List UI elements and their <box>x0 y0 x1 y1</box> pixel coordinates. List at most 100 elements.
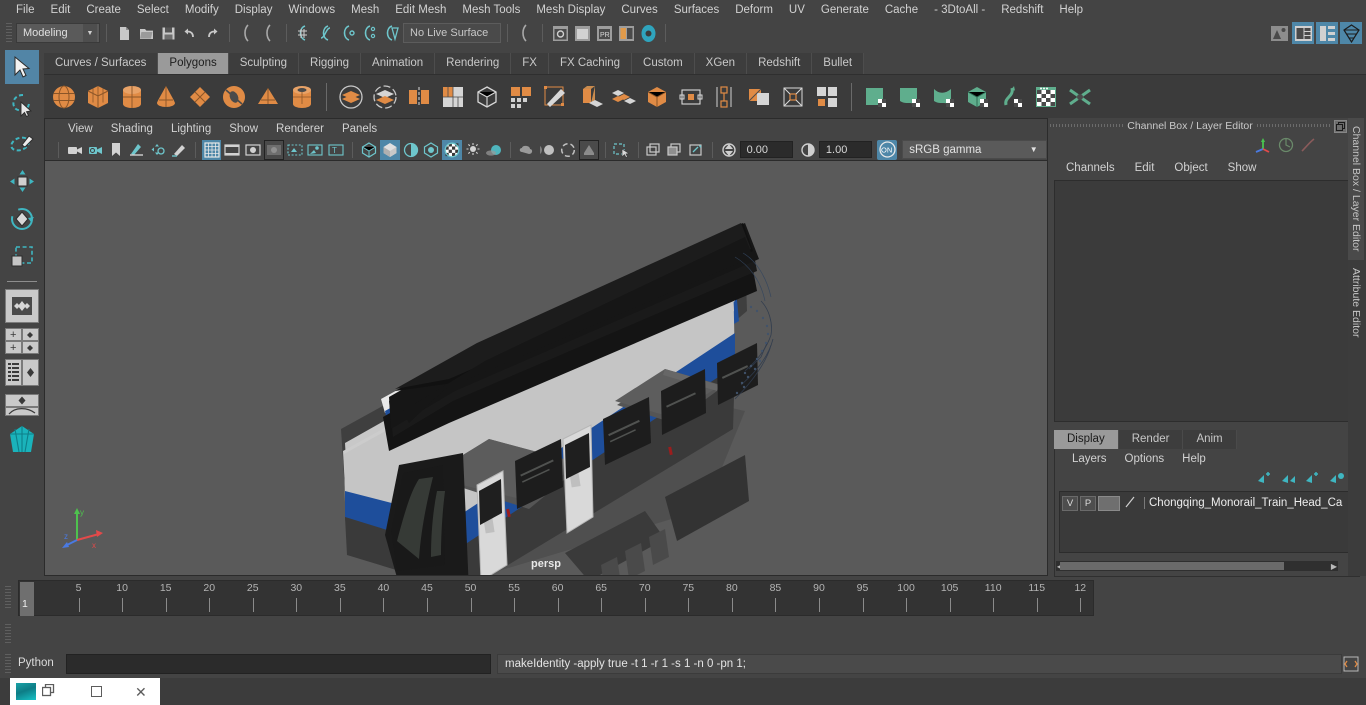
menu-mesh[interactable]: Mesh <box>343 1 387 19</box>
shelf-tab-polygons[interactable]: Polygons <box>158 53 229 74</box>
use-all-lights-icon[interactable] <box>463 140 483 160</box>
shelf-tab-custom[interactable]: Custom <box>632 53 695 74</box>
menu-windows[interactable]: Windows <box>280 1 343 19</box>
move-tool-icon[interactable] <box>0 162 44 200</box>
dock-drag-handle-left[interactable] <box>1050 121 1124 131</box>
select-objects-icon[interactable] <box>1329 471 1345 488</box>
image-plane-icon[interactable] <box>127 140 147 160</box>
maximize-window-icon[interactable] <box>91 686 102 697</box>
snap-to-view-plane-icon[interactable] <box>381 22 403 44</box>
uv-spherical-icon[interactable] <box>928 80 960 114</box>
command-input[interactable] <box>66 654 491 674</box>
menu-redshift[interactable]: Redshift <box>993 1 1051 19</box>
menu-cache[interactable]: Cache <box>877 1 926 19</box>
smooth-shade-all-icon[interactable] <box>421 140 441 160</box>
gamma-reset-icon[interactable] <box>798 140 818 160</box>
deform-icon[interactable] <box>1300 137 1316 156</box>
motion-blur-icon[interactable] <box>537 140 557 160</box>
exposure-icon[interactable] <box>306 140 326 160</box>
poly-mirror-icon[interactable] <box>403 80 435 114</box>
poly-reduce-icon[interactable] <box>505 80 537 114</box>
textured-icon[interactable] <box>442 139 463 160</box>
shelf-tab-fx[interactable]: FX <box>511 53 549 74</box>
shelf-tab-rigging[interactable]: Rigging <box>299 53 362 74</box>
uv-cut-sew-icon[interactable] <box>1064 80 1096 114</box>
shelf-tab-sculpting[interactable]: Sculpting <box>228 53 300 74</box>
poly-bridge-icon[interactable] <box>641 80 673 114</box>
poly-sphere-icon[interactable] <box>48 80 80 114</box>
help-menu[interactable]: Help <box>1173 453 1215 465</box>
camera-attributes-icon[interactable] <box>86 140 106 160</box>
shelf-tab-animation[interactable]: Animation <box>361 53 436 74</box>
channels-menu[interactable]: Channels <box>1056 162 1125 174</box>
side-tab-attribute-editor[interactable]: Attribute Editor <box>1348 260 1364 345</box>
viewport-menu-show[interactable]: Show <box>220 120 267 138</box>
channel-box-icon[interactable] <box>1254 137 1272 156</box>
layer-color-swatch[interactable] <box>1098 495 1120 511</box>
range-slider-grip[interactable] <box>5 624 11 644</box>
show-hide-tool-settings-icon[interactable]: PR <box>593 22 615 44</box>
new-scene-icon[interactable] <box>113 22 135 44</box>
menu-set-selector[interactable]: Modeling ▼ <box>16 23 100 43</box>
shaded-wireframe-icon[interactable] <box>401 140 421 160</box>
render-settings-icon[interactable] <box>1292 22 1314 44</box>
poly-separate-icon[interactable] <box>369 80 401 114</box>
show-menu[interactable]: Show <box>1218 162 1267 174</box>
hypershade-icon[interactable] <box>1316 22 1338 44</box>
two-d-pan-zoom-icon[interactable] <box>148 140 168 160</box>
poly-torus-icon[interactable] <box>218 80 250 114</box>
script-editor-icon[interactable] <box>1342 655 1360 673</box>
layer-list[interactable]: V P Chongqing_Monorail_Train_Head_Ca <box>1059 491 1355 553</box>
shelf-tab-fx-caching[interactable]: FX Caching <box>548 53 633 74</box>
anim-layer-icon[interactable] <box>1278 137 1294 156</box>
lasso-select-tool-icon[interactable] <box>0 86 44 124</box>
restore-icon[interactable] <box>1334 119 1347 133</box>
uv-planar-icon[interactable] <box>860 80 892 114</box>
single-perspective-view-icon[interactable] <box>0 287 44 325</box>
dock-drag-handle-right[interactable] <box>1256 121 1330 131</box>
poly-pyramid-icon[interactable] <box>252 80 284 114</box>
shelf-tab-xgen[interactable]: XGen <box>694 53 748 74</box>
poly-merge-icon[interactable] <box>777 80 809 114</box>
poly-connect-icon[interactable] <box>743 80 775 114</box>
viewport-menu-view[interactable]: View <box>59 120 102 138</box>
select-by-hierarchy-arrow-icon[interactable] <box>514 22 536 44</box>
poly-pipe-icon[interactable] <box>286 80 318 114</box>
layer-visibility-toggle[interactable]: V <box>1062 495 1078 511</box>
exposure-field[interactable]: 0.00 <box>739 141 794 158</box>
show-hide-attribute-editor-icon[interactable] <box>571 22 593 44</box>
add-selected-icon[interactable] <box>1305 471 1321 488</box>
tab-render[interactable]: Render <box>1118 430 1184 449</box>
xray-icon[interactable] <box>612 140 632 160</box>
layer-list-hscrollbar[interactable]: ◀ ▶ <box>1056 561 1338 571</box>
status-line-grip[interactable] <box>6 23 12 43</box>
show-hide-editor-icon[interactable] <box>549 22 571 44</box>
poly-quad-draw-icon[interactable] <box>811 80 843 114</box>
restore-window-icon[interactable] <box>41 683 55 700</box>
uv-cylindrical-icon[interactable] <box>894 80 926 114</box>
isolate-select-icon[interactable] <box>578 139 599 160</box>
poly-cylinder-icon[interactable] <box>116 80 148 114</box>
render-view-icon[interactable] <box>1268 22 1290 44</box>
menu-curves[interactable]: Curves <box>613 1 665 19</box>
scroll-right-icon[interactable]: ▶ <box>1330 561 1338 571</box>
channel-box-content[interactable] <box>1054 180 1364 422</box>
menu-edit-mesh[interactable]: Edit Mesh <box>387 1 454 19</box>
shelf-tab-bullet[interactable]: Bullet <box>812 53 865 74</box>
open-scene-icon[interactable] <box>135 22 157 44</box>
menu-3dtoall[interactable]: - 3DtoAll - <box>926 1 993 19</box>
time-slider-grip[interactable] <box>5 586 11 610</box>
viewport-menu-shading[interactable]: Shading <box>102 120 162 138</box>
wireframe-icon[interactable] <box>359 140 379 160</box>
poly-bevel-icon[interactable] <box>607 80 639 114</box>
bookmark-icon[interactable] <box>107 140 127 160</box>
uv-unfold-icon[interactable] <box>996 80 1028 114</box>
current-time-indicator[interactable]: 1 <box>20 582 34 616</box>
select-camera-icon[interactable] <box>65 140 85 160</box>
resolution-gate-icon[interactable] <box>243 140 263 160</box>
edit-menu[interactable]: Edit <box>1125 162 1165 174</box>
undo-icon[interactable] <box>179 22 201 44</box>
new-layer-from-selected-icon[interactable] <box>1281 471 1297 488</box>
gate-mask-icon[interactable] <box>264 139 284 160</box>
menu-create[interactable]: Create <box>78 1 129 19</box>
